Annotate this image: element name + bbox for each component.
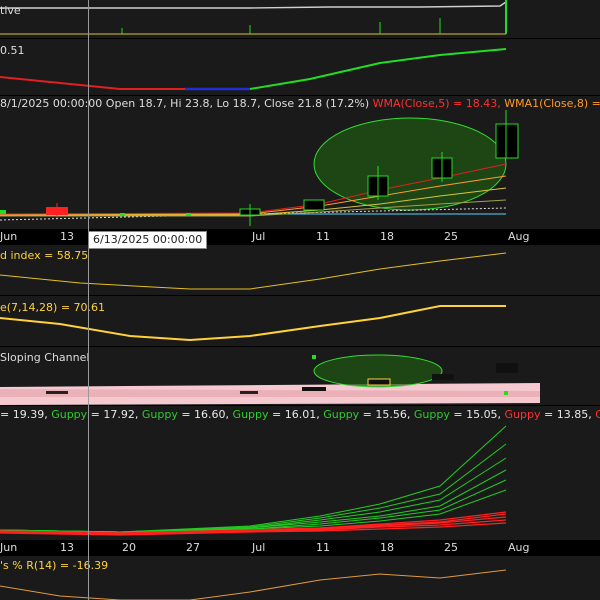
- volume-panel[interactable]: tive: [0, 0, 600, 38]
- channel-chart: [0, 354, 540, 405]
- axis-label: 25: [444, 541, 458, 554]
- ultimate-oscillator-panel[interactable]: e(7,14,28) = 70.61: [0, 296, 600, 346]
- axis-label: 20: [122, 541, 136, 554]
- guppy-legend-item: Guppy: [138, 408, 178, 421]
- volume-chart: [0, 0, 507, 35]
- panel-label: tive: [0, 4, 21, 17]
- guppy-legend-item: = 15.05,: [449, 408, 502, 421]
- bar-date: 8/1/2025 00:00:00: [0, 97, 103, 110]
- guppy-legend-item: Guppy: [229, 408, 269, 421]
- axis-label: Jul: [252, 230, 266, 243]
- guppy-legend-item: = 17.92,: [87, 408, 139, 421]
- axis-label: 11: [316, 230, 330, 243]
- ohlc-values: Open 18.7, Hi 23.8, Lo 18.7, Close 21.8 …: [102, 97, 370, 110]
- axis-label: Jul: [252, 541, 266, 554]
- panel-label: d index = 58.75: [0, 249, 89, 262]
- panel-label: 's % R(14) = -16.39: [0, 559, 109, 572]
- crosshair-cursor: [88, 0, 89, 600]
- guppy-legend-item: Guppy: [501, 408, 541, 421]
- axis-label: 11: [316, 541, 330, 554]
- oscillator-panel[interactable]: 0.51: [0, 39, 600, 95]
- guppy-legend-item: Guppy: [595, 408, 600, 421]
- time-axis-lower: Jun 13 20 27 Jul 11 18 25 Aug: [0, 541, 600, 555]
- williams-r-panel[interactable]: 's % R(14) = -16.39: [0, 556, 600, 600]
- panel-label: e(7,14,28) = 70.61: [0, 301, 106, 314]
- axis-label: 27: [186, 541, 200, 554]
- axis-label: 13: [60, 541, 74, 554]
- axis-label: 18: [380, 230, 394, 243]
- wma-value: WMA(Close,5) = 18.43,: [369, 97, 501, 110]
- price-panel[interactable]: 8/1/2025 00:00:00 Open 18.7, Hi 23.8, Lo…: [0, 96, 600, 229]
- date-tooltip: 6/13/2025 00:00:00: [88, 231, 208, 249]
- guppy-legend-item: = 13.85,: [540, 408, 592, 421]
- axis-label: 13: [60, 230, 74, 243]
- axis-label: 18: [380, 541, 394, 554]
- guppy-legend-item: Guppy: [410, 408, 450, 421]
- guppy-legend-item: Guppy: [47, 408, 88, 421]
- guppy-chart: [0, 425, 507, 536]
- index-panel[interactable]: d index = 58.75: [0, 245, 600, 295]
- wma1-value: WMA1(Close,8) = 16.94, W: [504, 97, 600, 110]
- axis-label: 25: [444, 230, 458, 243]
- sloping-channel-panel[interactable]: Sloping Channel: [0, 347, 600, 405]
- price-chart: [0, 110, 519, 226]
- panel-label: Sloping Channel: [0, 351, 90, 364]
- oscillator-chart: [0, 48, 507, 91]
- price-legend: 8/1/2025 00:00:00 Open 18.7, Hi 23.8, Lo…: [0, 97, 600, 110]
- index-chart: [0, 252, 507, 290]
- axis-label: Jun: [0, 230, 18, 243]
- guppy-legend-item: = 19.39,: [0, 408, 48, 421]
- guppy-legend-item: Guppy: [319, 408, 360, 421]
- panel-label: 0.51: [0, 44, 25, 57]
- axis-label: Jun: [0, 541, 18, 554]
- guppy-legend-item: = 16.60,: [177, 408, 230, 421]
- axis-label: Aug: [508, 230, 530, 243]
- guppy-legend: = 19.39, Guppy = 17.92, Guppy = 16.60, G…: [0, 408, 600, 421]
- guppy-legend-item: = 16.01,: [268, 408, 320, 421]
- axis-label: Aug: [508, 541, 530, 554]
- guppy-legend-item: = 15.56,: [359, 408, 411, 421]
- guppy-panel[interactable]: = 19.39, Guppy = 17.92, Guppy = 16.60, G…: [0, 406, 600, 540]
